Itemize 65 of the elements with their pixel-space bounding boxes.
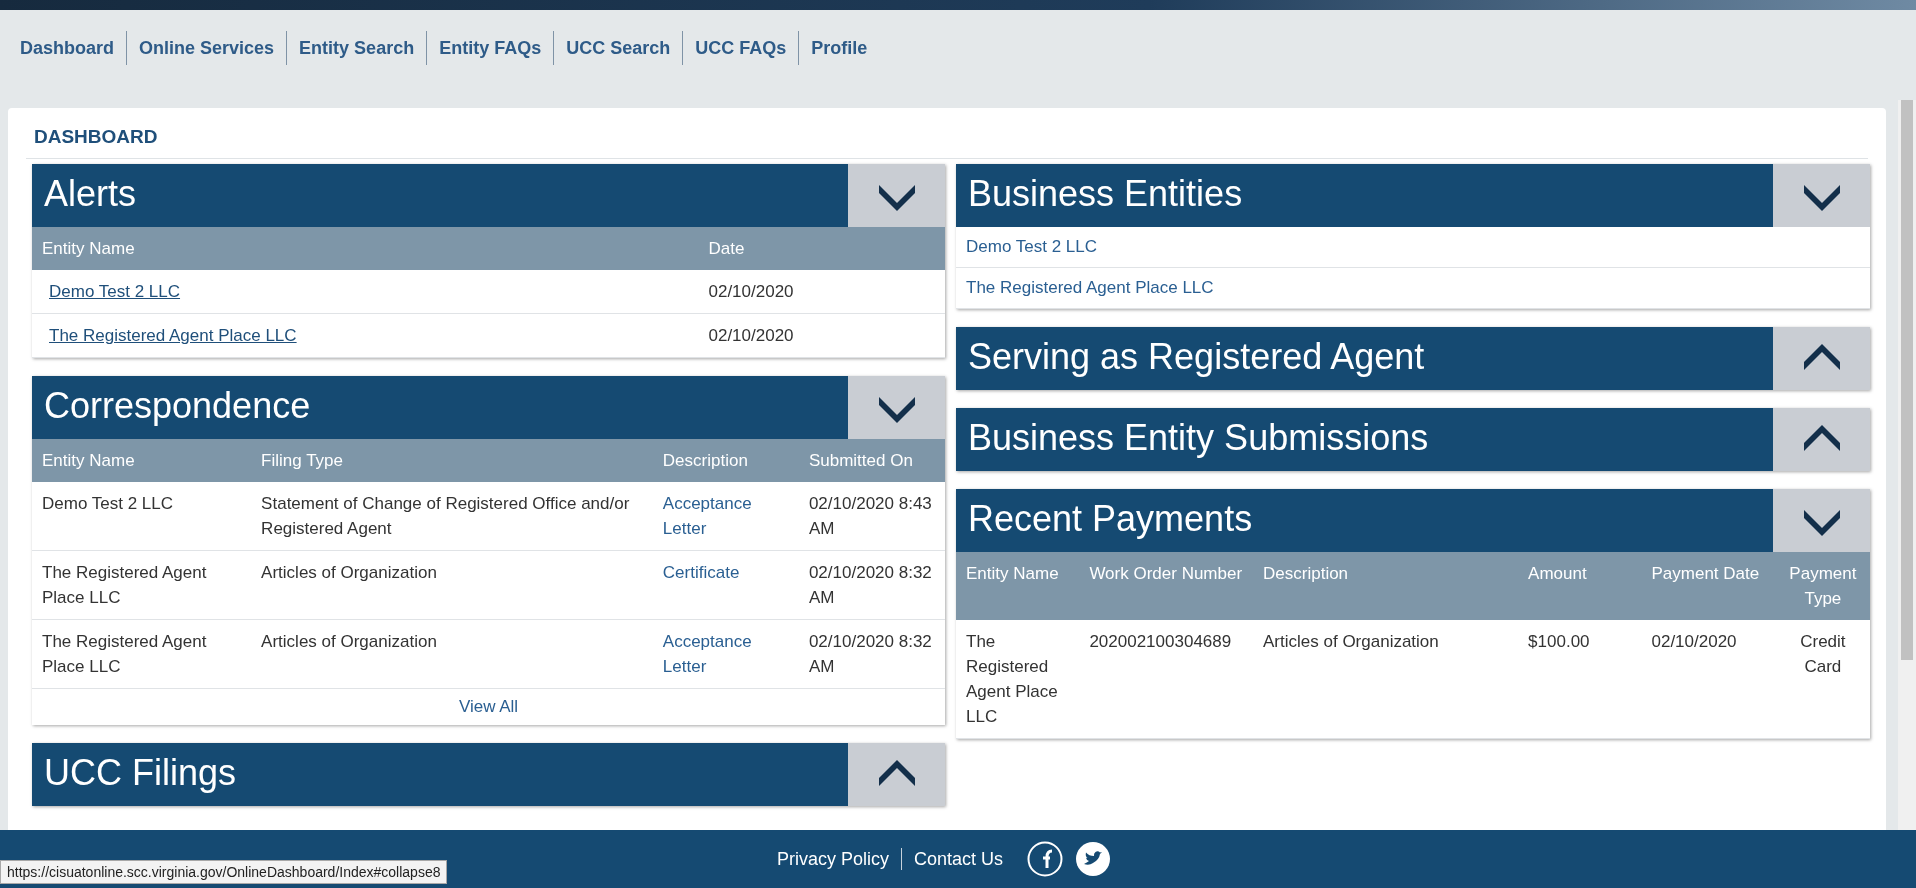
panel-title: Business Entities <box>967 172 1244 216</box>
panel-title: UCC Filings <box>43 751 238 795</box>
nav-link[interactable]: Entity FAQs <box>439 37 554 59</box>
column-header: Entity Name <box>42 451 135 470</box>
entity-link[interactable]: Demo Test 2 LLC <box>966 237 1098 256</box>
toggle-button[interactable] <box>1773 164 1870 227</box>
table-cell-text: Articles of Organization <box>261 631 438 653</box>
table-link[interactable]: Acceptance Letter <box>662 629 789 679</box>
table-cell-text: The Registered Agent Place LLC <box>966 631 1059 728</box>
panel-title: Recent Payments <box>967 497 1254 541</box>
table-link[interactable]: The Registered Agent Place LLC <box>49 323 297 348</box>
column-header: Description <box>1263 564 1349 583</box>
table-cell-text: 202002100304689 <box>1089 631 1233 653</box>
toggle-button[interactable] <box>848 743 945 806</box>
column-header: Entity Name <box>42 239 135 258</box>
table-cell-text: 02/10/2020 <box>1651 631 1738 653</box>
column-header: Amount <box>1528 564 1587 583</box>
nav-link[interactable]: Profile <box>811 37 880 59</box>
table-cell-text: 02/10/2020 8:32 AM <box>808 631 933 678</box>
column-header: Submitted On <box>808 451 913 470</box>
toggle-button[interactable] <box>848 164 945 227</box>
status-url: https://cisuatonline.scc.virginia.gov/OnlineDashboard/Index#collapse8 <box>0 860 448 884</box>
table-cell-text: The Registered Agent Place LLC <box>42 562 208 609</box>
column-header: Payment Date <box>1651 564 1760 583</box>
scrollbar[interactable] <box>1898 100 1916 830</box>
panel-title: Correspondence <box>43 384 312 428</box>
toggle-button[interactable] <box>1773 489 1870 552</box>
entity-link[interactable]: The Registered Agent Place LLC <box>966 278 1214 297</box>
table-cell-text: Articles of Organization <box>1263 631 1440 653</box>
page-title: DASHBOARD <box>26 126 1868 159</box>
facebook-icon[interactable] <box>1027 841 1064 877</box>
twitter-icon[interactable] <box>1075 841 1112 877</box>
table-cell-text: $100.00 <box>1528 631 1591 653</box>
table-link[interactable]: Acceptance Letter <box>662 491 789 541</box>
table-cell-text: Credit Card <box>1799 631 1847 678</box>
column-header: Work Order Number <box>1089 564 1243 583</box>
table-cell-text: Statement of Change of Registered Office and/or Registered Agent <box>261 493 631 540</box>
table-cell-text: 02/10/2020 8:32 AM <box>808 562 933 609</box>
footer-link[interactable]: Contact Us <box>902 848 1016 870</box>
column-header: Description <box>662 451 748 470</box>
table-link[interactable]: Certificate <box>662 560 789 585</box>
nav-link[interactable]: UCC FAQs <box>695 37 799 59</box>
table-cell-text: Articles of Organization <box>261 562 438 584</box>
nav-link[interactable]: Online Services <box>139 37 287 59</box>
table-link[interactable]: Demo Test 2 LLC <box>49 279 181 304</box>
panel-title: Business Entity Submissions <box>967 416 1430 460</box>
nav-link[interactable]: Entity Search <box>299 37 427 59</box>
toggle-button[interactable] <box>1773 327 1870 390</box>
table-cell-text: 02/10/2020 <box>708 281 795 303</box>
table-cell-text: Demo Test 2 LLC <box>42 493 175 515</box>
column-header: Filing Type <box>261 451 343 470</box>
column-header: Date <box>708 239 745 258</box>
footer-link[interactable]: Privacy Policy <box>764 848 901 870</box>
panel-title: Serving as Registered Agent <box>967 335 1426 379</box>
toggle-button[interactable] <box>1773 408 1870 471</box>
view-all-link[interactable]: View All <box>458 697 519 716</box>
panel-title: Alerts <box>43 172 138 216</box>
nav-link[interactable]: UCC Search <box>566 37 683 59</box>
table-cell-text: 02/10/2020 <box>708 325 795 347</box>
column-header: Payment Type <box>1789 564 1857 608</box>
toggle-button[interactable] <box>848 376 945 439</box>
nav-link[interactable]: Dashboard <box>20 37 127 59</box>
column-header: Entity Name <box>966 564 1059 583</box>
table-cell-text: 02/10/2020 8:43 AM <box>808 493 933 540</box>
table-cell-text: The Registered Agent Place LLC <box>42 631 208 678</box>
